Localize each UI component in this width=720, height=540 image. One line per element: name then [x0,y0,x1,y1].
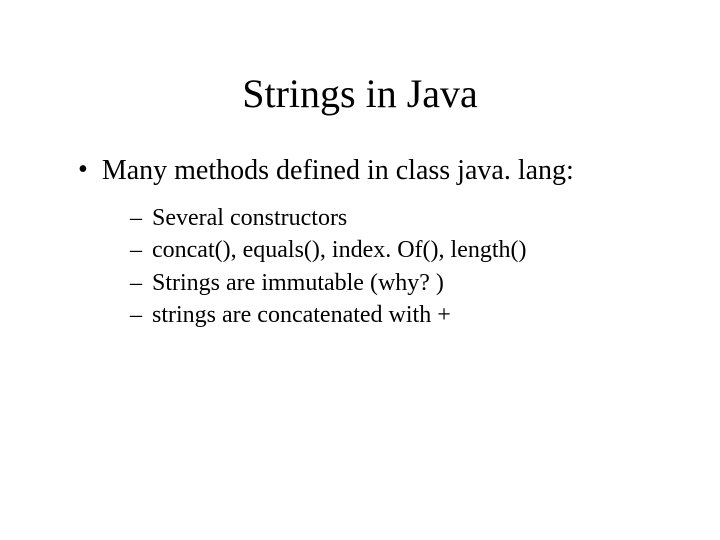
sub-bullet-item: – strings are concatenated with + [130,299,660,331]
sub-bullet-text: Several constructors [152,202,347,234]
slide-title: Strings in Java [60,70,660,117]
dash-icon: – [130,267,142,299]
bullet-marker-icon: • [78,153,88,187]
dash-icon: – [130,234,142,266]
dash-icon: – [130,299,142,331]
dash-icon: – [130,202,142,234]
bullet-text: Many methods defined in class java. lang… [102,153,574,188]
bullet-item: • Many methods defined in class java. la… [78,153,660,188]
sub-bullet-item: – concat(), equals(), index. Of(), lengt… [130,234,660,266]
sub-bullet-text: Strings are immutable (why? ) [152,267,444,299]
sub-bullet-item: – Strings are immutable (why? ) [130,267,660,299]
sub-bullet-text: concat(), equals(), index. Of(), length(… [152,234,527,266]
sub-bullet-item: – Several constructors [130,202,660,234]
sub-bullet-list: – Several constructors – concat(), equal… [130,202,660,332]
sub-bullet-text: strings are concatenated with + [152,299,451,331]
